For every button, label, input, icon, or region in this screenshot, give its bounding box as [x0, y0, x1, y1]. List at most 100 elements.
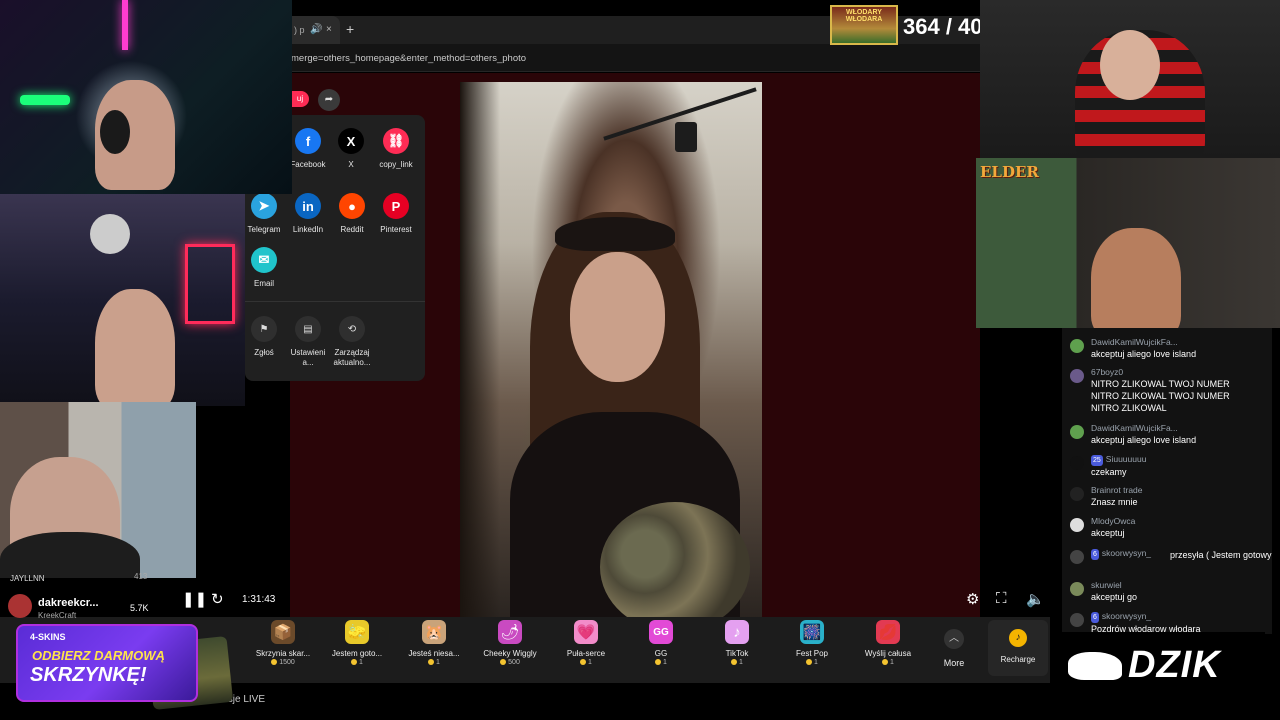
gift-cost: 1	[777, 659, 847, 666]
wiggly-gift-icon: 🌶	[498, 620, 522, 644]
gift-name: Puła-serce	[566, 649, 606, 658]
gift-cost: 500	[475, 659, 545, 666]
new-tab-button[interactable]: +	[346, 21, 354, 37]
share-label: copy_link	[379, 160, 413, 169]
video-shadow	[460, 82, 500, 619]
chat-message: MlodyOwca akceptuj	[1070, 516, 1270, 539]
chat-username[interactable]: DawidKamilWujcikFa...	[1091, 337, 1270, 348]
avatar	[1070, 613, 1084, 627]
manage-action[interactable]: ⟲ Zarządzaj aktualno...	[328, 316, 376, 368]
webcam-top-left	[0, 0, 292, 194]
avatar	[1070, 518, 1084, 532]
boar-icon	[1068, 652, 1122, 680]
share-pinterest[interactable]: P Pinterest	[372, 193, 420, 235]
elapsed-time: 1:31:43	[242, 594, 276, 605]
gift-item[interactable]: 🌶 Cheeky Wiggly 500	[475, 620, 545, 666]
share-email[interactable]: ✉ Email	[240, 247, 288, 289]
avatar[interactable]	[8, 594, 32, 618]
live-video[interactable]	[460, 82, 762, 619]
chat-username[interactable]: skurwiel	[1091, 580, 1270, 591]
chat-username[interactable]: 67boyz0	[1091, 367, 1270, 378]
refresh-icon[interactable]: ↻	[211, 590, 224, 608]
level-badge: 6	[1091, 612, 1099, 623]
volume-icon[interactable]: 🔈	[1026, 590, 1045, 608]
share-copy-link[interactable]: ⛓ copy_link	[372, 128, 420, 170]
chat-text: NITRO ZLIKOWAL TWOJ NUMER NITRO ZLIKOWAL…	[1091, 379, 1230, 413]
tab-title: ) p	[294, 25, 305, 35]
address-bar[interactable]: merge=others_homepage&enter_method=other…	[290, 44, 980, 72]
share-label: Telegram	[247, 225, 281, 234]
level-badge: 6	[1091, 549, 1099, 560]
share-label: Email	[253, 279, 274, 288]
speaker-icon[interactable]: 🔊	[310, 24, 322, 35]
pause-icon[interactable]: ❚❚	[182, 590, 207, 608]
person-silhouette	[95, 289, 175, 406]
viewer-count: 413	[134, 572, 148, 581]
chat-message: 25 Siuuuuuuu czekamy	[1070, 454, 1270, 478]
chat-text: akceptuj go	[1091, 592, 1138, 602]
gift-item[interactable]: 💋 Wyślij całusa 1	[853, 620, 923, 666]
tab-close-icon[interactable]: ×	[326, 24, 332, 35]
follow-pill[interactable]: uj	[291, 91, 309, 107]
settings-action[interactable]: ▤ Ustawieni a...	[284, 316, 332, 368]
manage-icon: ⟲	[339, 316, 365, 342]
report-button[interactable]: ⚑ Zgłoś	[240, 316, 288, 358]
action-label: Ustawieni a...	[290, 348, 326, 367]
url-text: merge=others_homepage&enter_method=other…	[291, 53, 527, 64]
chat-text: Znasz mnie	[1091, 497, 1138, 507]
share-button[interactable]: ➦	[318, 89, 340, 111]
promo-line1: ODBIERZ DARMOWĄ	[32, 648, 165, 663]
headphones	[100, 110, 130, 154]
share-linkedin[interactable]: in LinkedIn	[284, 193, 332, 235]
streamer-name[interactable]: JAYLLNN	[10, 574, 45, 583]
chat-username[interactable]: MlodyOwca	[1091, 516, 1270, 527]
chat-username[interactable]: Brainrot trade	[1091, 485, 1270, 496]
telegram-icon: ➤	[251, 193, 277, 219]
gift-name: Skrzynia skar...	[255, 649, 311, 658]
gift-name: Wyślij całusa	[864, 649, 912, 658]
gift-name: Jesteś niesa...	[408, 649, 460, 658]
chat-text: czekamy	[1091, 467, 1127, 477]
share-label: Reddit	[340, 225, 364, 234]
gift-item[interactable]: 📦 Skrzynia skar... 1500	[248, 620, 318, 666]
chevron-up-icon[interactable]: ︿	[944, 629, 964, 649]
gift-item[interactable]: ♪ TikTok 1	[702, 620, 772, 666]
webcam-bottom-left	[0, 402, 196, 578]
gift-cost: 1500	[248, 659, 318, 666]
gift-item[interactable]: GG GG 1	[626, 620, 696, 666]
chat-username[interactable]: 25 Siuuuuuuu	[1091, 454, 1270, 466]
browser-tab[interactable]: ) p 🔊 ×	[290, 16, 340, 44]
chat-username[interactable]: DawidKamilWujcikFa...	[1091, 423, 1270, 434]
gift-item[interactable]: 🐹 Jesteś niesa... 1	[399, 620, 469, 666]
gift-item[interactable]: 💗 Puła-serce 1	[551, 620, 621, 666]
chat-message: skurwiel akceptuj go	[1070, 580, 1270, 603]
share-telegram[interactable]: ➤ Telegram	[240, 193, 288, 235]
chat-username[interactable]: 6 skoorwysyn_	[1091, 611, 1270, 623]
settings-icon[interactable]: ⚙	[966, 590, 979, 608]
hamster-gift-icon: 🐹	[422, 620, 446, 644]
recharge-button[interactable]: ♪ Recharge	[988, 620, 1048, 676]
chest-gift-icon: 📦	[271, 620, 295, 644]
gift-name: Jestem goto...	[331, 649, 383, 658]
avatar	[1070, 425, 1084, 439]
facebook-icon: f	[295, 128, 321, 154]
viewer-count: 5.7K	[130, 603, 149, 613]
x-icon: X	[338, 128, 364, 154]
fullscreen-icon[interactable]: ⛶	[996, 590, 1007, 607]
streamer-name[interactable]: dakreekcr...	[38, 597, 99, 609]
brand-text: DZIK	[1128, 644, 1221, 686]
gift-cost: 1	[322, 659, 392, 666]
gift-name: Fest Pop	[795, 649, 828, 658]
gift-item[interactable]: 🧽 Jestem goto... 1	[322, 620, 392, 666]
avatar	[1070, 339, 1084, 353]
person-silhouette	[1091, 228, 1181, 328]
gift-item[interactable]: 🎆 Fest Pop 1	[777, 620, 847, 666]
chat-message: 6skoorwysyn_ przesyła ( Jestem gotowy(-a…	[1070, 548, 1272, 564]
neon-sign	[185, 244, 235, 324]
promo-banner[interactable]: 4-SKINS ODBIERZ DARMOWĄ SKRZYNKĘ!	[16, 624, 198, 702]
more-gifts-button[interactable]: More	[937, 658, 971, 668]
share-x[interactable]: X X	[327, 128, 375, 170]
recharge-label: Recharge	[1000, 655, 1036, 664]
neon-light	[20, 95, 70, 105]
share-reddit[interactable]: ● Reddit	[328, 193, 376, 235]
